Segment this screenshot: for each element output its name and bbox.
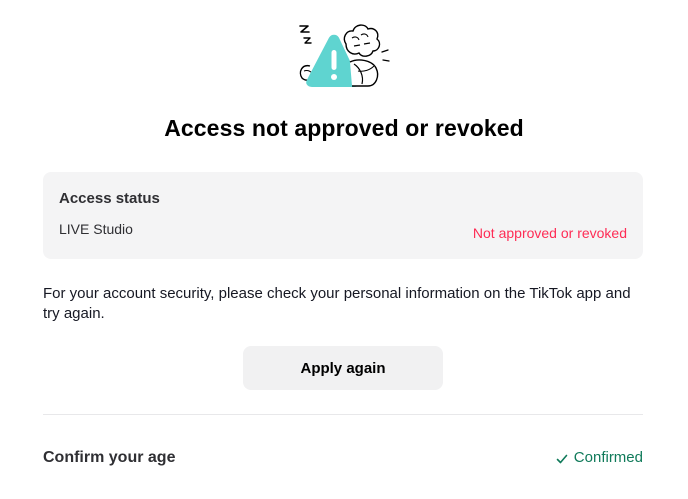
warning-illustration-icon — [288, 16, 398, 92]
check-icon — [556, 452, 568, 464]
app-name: LIVE Studio — [59, 221, 133, 237]
security-info-text: For your account security, please check … — [43, 285, 631, 322]
access-status-card: Access status LIVE Studio Not approved o… — [43, 172, 643, 259]
confirm-age-label: Confirm your age — [43, 449, 176, 466]
age-status-text: Confirmed — [573, 449, 643, 466]
access-status-heading: Access status — [59, 190, 160, 207]
apply-again-button[interactable]: Apply again — [243, 346, 443, 390]
page-title: Access not approved or revoked — [164, 115, 524, 141]
access-status-value: Not approved or revoked — [472, 225, 627, 241]
section-divider — [43, 414, 643, 415]
age-status: Confirmed — [556, 449, 643, 466]
